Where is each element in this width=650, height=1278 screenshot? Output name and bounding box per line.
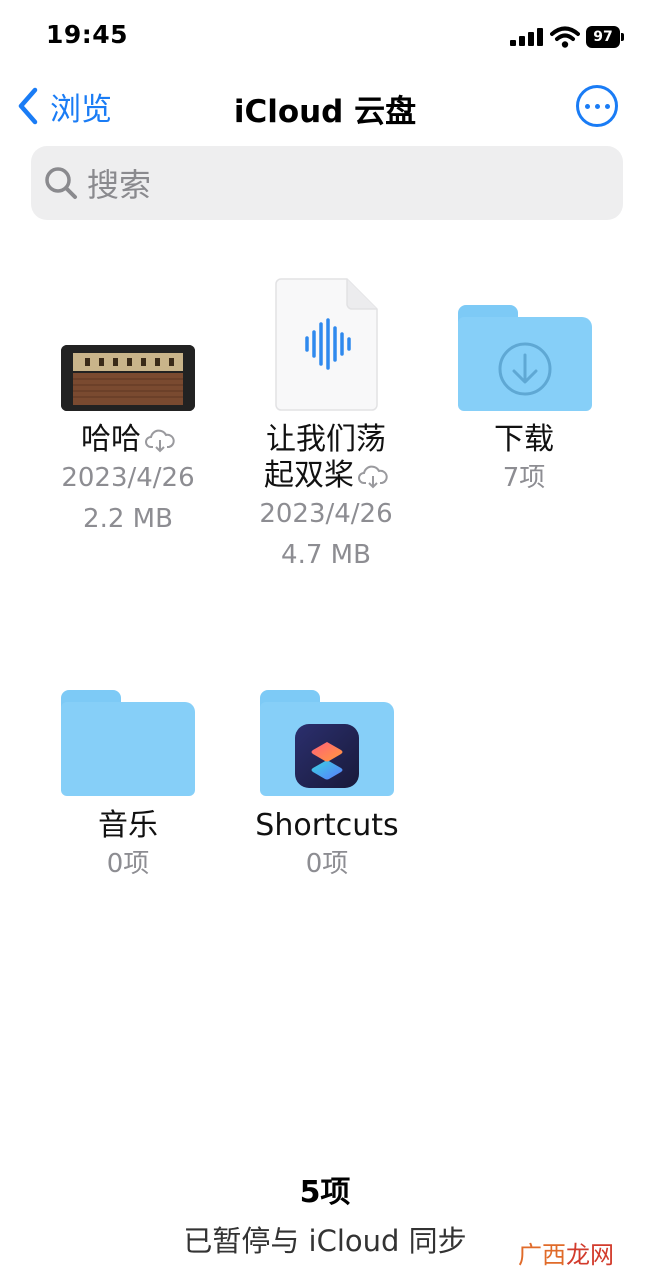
file-date: 2023/4/26: [61, 463, 195, 493]
more-icon: [584, 103, 590, 109]
watermark-part2: 龙网: [566, 1241, 614, 1269]
file-item-haha[interactable]: 哈哈 2023/4/26 2.2 MB: [28, 422, 228, 540]
file-item-song[interactable]: 让我们荡 起双桨 2023/4/26 4.7 MB: [226, 422, 426, 576]
downloads-folder-icon[interactable]: [458, 305, 592, 411]
cloud-download-icon: [358, 465, 388, 488]
status-icons: 97: [494, 26, 624, 48]
folder-item-downloads[interactable]: 下载 7项: [424, 422, 624, 499]
status-time: 19:45: [46, 20, 129, 49]
watermark-part1: 广西: [518, 1241, 566, 1269]
search-icon: [45, 167, 77, 199]
file-thumbnail[interactable]: [61, 345, 195, 411]
item-count: 5项: [299, 1175, 351, 1210]
wifi-icon: [550, 26, 580, 48]
cloud-download-icon: [145, 429, 175, 452]
audio-file-icon[interactable]: [275, 278, 378, 411]
file-date: 2023/4/26: [259, 499, 393, 529]
search-input[interactable]: 搜索: [31, 146, 623, 220]
amplifier-image-icon: [61, 345, 195, 411]
watermark: 广西龙网: [518, 1235, 614, 1270]
file-size: 4.7 MB: [281, 540, 371, 570]
folder-item-shortcuts[interactable]: Shortcuts 0项: [227, 808, 427, 885]
download-arrow-icon: [498, 342, 552, 396]
folder-name: 音乐: [98, 808, 158, 843]
page-title: iCloud 云盘: [233, 94, 417, 130]
shortcuts-app-icon: [295, 724, 359, 788]
signal-icon: [510, 28, 543, 46]
file-name-line2: 起双桨: [264, 458, 354, 493]
battery-tip: [621, 33, 624, 41]
music-folder-icon[interactable]: [61, 690, 195, 796]
folder-item-music[interactable]: 音乐 0项: [28, 808, 228, 885]
files-screen: 19:45 97 浏览 iCloud 云盘 搜索 哈哈 2023/4/26 2.…: [0, 0, 650, 1278]
battery-icon: 97: [586, 26, 620, 48]
folder-name: Shortcuts: [255, 808, 399, 843]
folder-name: 下载: [494, 422, 554, 457]
shortcuts-folder-icon[interactable]: [260, 690, 394, 796]
search-placeholder: 搜索: [87, 166, 152, 204]
folder-count: 0项: [106, 849, 150, 879]
more-button[interactable]: [576, 85, 618, 127]
file-name-line1: 让我们荡: [266, 422, 386, 457]
folder-count: 7项: [502, 463, 546, 493]
file-name: 哈哈: [81, 422, 141, 457]
file-size: 2.2 MB: [83, 504, 173, 534]
folder-count: 0项: [305, 849, 349, 879]
